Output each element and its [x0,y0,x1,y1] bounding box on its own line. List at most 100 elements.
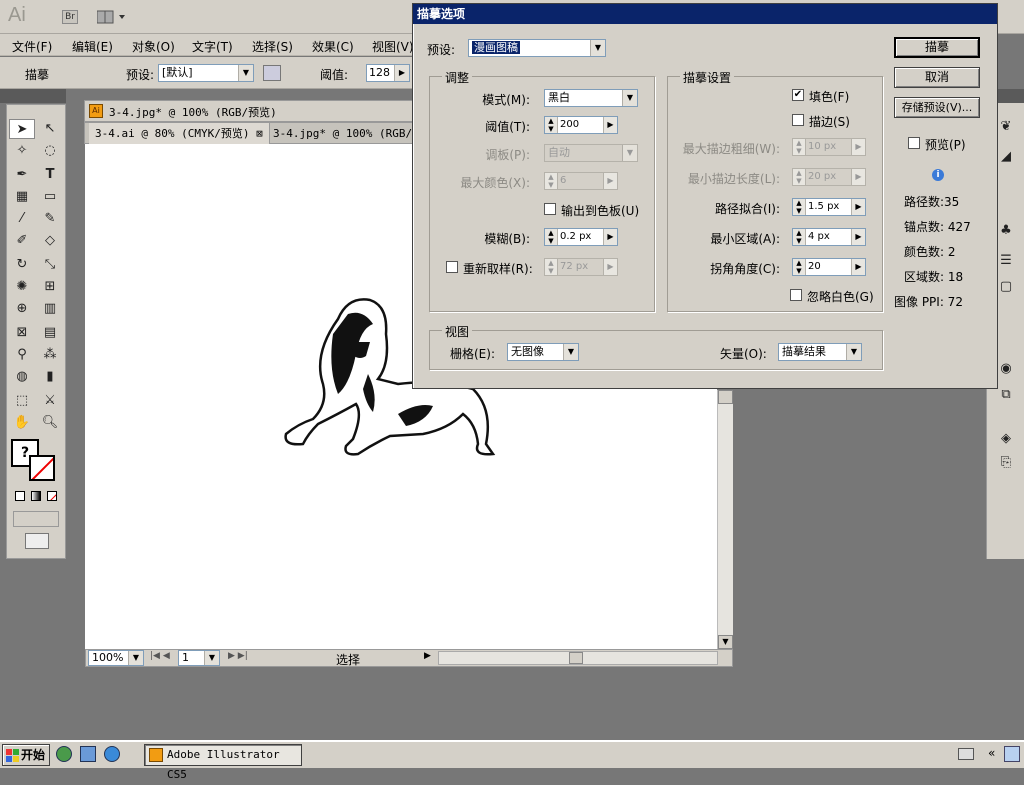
mode-select[interactable]: 黑白 ▼ [544,89,638,107]
media-player-icon[interactable] [56,746,72,762]
lasso-tool-icon[interactable]: ◌ [37,141,63,161]
scroll-thumb[interactable] [718,390,733,404]
none-mode-icon[interactable] [47,491,57,501]
line-tool-icon[interactable]: ▦ [9,187,35,207]
free-transform-tool-icon[interactable]: ⊞ [37,277,63,297]
draw-mode-icons[interactable] [13,511,59,527]
corner-angle-stepper[interactable]: ▲ ▼ 20 ▶ [792,258,866,276]
stepper-arrows-icon[interactable]: ▲ ▼ [545,229,558,245]
start-button[interactable]: 开始 [2,744,50,766]
output-swatches-label[interactable]: 输出到色板(U) [561,202,639,219]
resample-label[interactable]: 重新取样(R): [463,260,533,277]
stepper-arrows-icon[interactable]: ▲ ▼ [793,259,806,275]
menu-file[interactable]: 文件(F) [12,38,52,55]
layers-panel-icon[interactable]: ◈ [993,429,1019,449]
next-page-icon[interactable]: ▶ ▶| [228,651,248,661]
page-select[interactable]: 1 ▼ [178,650,220,666]
status-menu-icon[interactable]: ▶ [424,651,431,661]
save-preset-button[interactable]: 存储预设(V)... [894,97,980,118]
stroke-color-icon[interactable] [29,455,55,481]
scale-tool-icon[interactable]: ⤡ [37,255,63,275]
horizontal-scrollbar[interactable] [438,651,718,665]
eraser-tool-icon[interactable]: ◇ [37,231,63,251]
zoom-tool-icon[interactable]: 🔍︎ [37,413,63,433]
tools-panel-header[interactable] [0,89,66,103]
screen-mode-icon[interactable] [25,533,49,549]
paintbrush-tool-icon[interactable]: ⁄ [9,209,35,229]
menu-type[interactable]: 文字(T) [192,38,233,55]
stepper-arrows-icon[interactable]: ▲ ▼ [793,229,806,245]
cancel-button[interactable]: 取消 [894,67,980,88]
menu-view[interactable]: 视图(V) [372,38,414,55]
gradient-mode-icon[interactable] [31,491,41,501]
tab-3-4-ai[interactable]: 3-4.ai @ 80% (CMYK/预览) ⊠ [89,123,270,144]
menu-edit[interactable]: 编辑(E) [72,38,113,55]
blob-brush-tool-icon[interactable]: ✐ [9,231,35,251]
keyboard-icon[interactable] [958,748,974,760]
direct-selection-tool-icon[interactable]: ↖ [37,119,63,139]
mesh-tool-icon[interactable]: ⊠ [9,323,35,343]
menu-select[interactable]: 选择(S) [252,38,293,55]
type-tool-icon[interactable]: T [37,165,63,185]
document-titlebar[interactable]: Ai 3-4.jpg* @ 100% (RGB/预览) [84,100,414,122]
preview-label[interactable]: 预览(P) [925,136,966,153]
chevron-right-icon[interactable]: ▶ [851,229,865,245]
artboard-tool-icon[interactable]: ⬚ [9,391,35,411]
scroll-down-icon[interactable]: ▼ [718,635,733,649]
blend-tool-icon[interactable]: ⁂ [37,345,63,365]
vector-select[interactable]: 描摹结果 ▼ [778,343,862,361]
ignore-white-checkbox[interactable] [790,289,802,301]
arrange-documents-button[interactable] [96,10,127,24]
chevron-right-icon[interactable]: ▶ [851,259,865,275]
menu-object[interactable]: 对象(O) [132,38,175,55]
threshold-input[interactable]: 128 ▶ [366,64,410,82]
preset-select[interactable]: [默认] ▼ [158,64,254,82]
tab-3-4-jpg[interactable]: 3-4.jpg* @ 100% (RGB/预 [267,123,429,144]
browser-icon[interactable] [104,746,120,762]
min-area-stepper[interactable]: ▲ ▼ 4 px ▶ [792,228,866,246]
taskbar-illustrator-item[interactable]: Adobe Illustrator CS5 [144,744,302,781]
selection-tool-icon[interactable]: ➤ [9,119,35,139]
perspective-grid-tool-icon[interactable]: ▥ [37,299,63,319]
hscroll-thumb[interactable] [569,652,583,664]
artboards-panel-icon[interactable]: ⎘ [993,453,1019,473]
stepper-arrows-icon[interactable]: ▲ ▼ [545,117,558,133]
tray-expand-icon[interactable]: « [988,746,995,760]
menu-effect[interactable]: 效果(C) [312,38,354,55]
chevron-right-icon[interactable]: ▶ [851,199,865,215]
rotate-tool-icon[interactable]: ↻ [9,255,35,275]
color-mode-icon[interactable] [15,491,25,501]
shape-builder-tool-icon[interactable]: ⊕ [9,299,35,319]
pen-tool-icon[interactable]: ✒ [9,165,35,185]
resample-checkbox[interactable] [446,261,458,273]
fill-checkbox[interactable]: ✔ [792,89,804,101]
trace-options-icon[interactable] [263,65,281,81]
chevron-right-icon[interactable]: ▶ [603,117,617,133]
first-page-icon[interactable]: |◀ ◀ [150,651,170,661]
stroke-label[interactable]: 描边(S) [809,113,850,130]
preview-checkbox[interactable] [908,137,920,149]
vertical-scrollbar[interactable]: ▼ [717,390,733,649]
zoom-select[interactable]: 100% ▼ [88,650,144,666]
ignore-white-label[interactable]: 忽略白色(G) [807,288,874,305]
symbol-sprayer-tool-icon[interactable]: ◍ [9,367,35,387]
rectangle-tool-icon[interactable]: ▭ [37,187,63,207]
close-icon[interactable]: ⊠ [256,127,263,140]
column-graph-tool-icon[interactable]: ▮ [37,367,63,387]
warp-tool-icon[interactable]: ✺ [9,277,35,297]
output-swatches-checkbox[interactable] [544,203,556,215]
chevron-right-icon[interactable]: ▶ [603,229,617,245]
eyedropper-tool-icon[interactable]: ⚲ [9,345,35,365]
path-fitting-stepper[interactable]: ▲ ▼ 1.5 px ▶ [792,198,866,216]
threshold-stepper[interactable]: ▲ ▼ 200 ▶ [544,116,618,134]
magic-wand-tool-icon[interactable]: ✧ [9,141,35,161]
dialog-title[interactable]: 描摹选项 [413,4,997,24]
raster-select[interactable]: 无图像 ▼ [507,343,579,361]
slice-tool-icon[interactable]: ⚔ [37,391,63,411]
stepper-arrows-icon[interactable]: ▲ ▼ [793,199,806,215]
tray-app-icon[interactable] [1004,746,1020,762]
hand-tool-icon[interactable]: ✋ [9,413,35,433]
bridge-button[interactable]: Br [62,10,78,24]
desktop-icon[interactable] [80,746,96,762]
dialog-preset-select[interactable]: 漫画图稿 ▼ [468,39,606,57]
